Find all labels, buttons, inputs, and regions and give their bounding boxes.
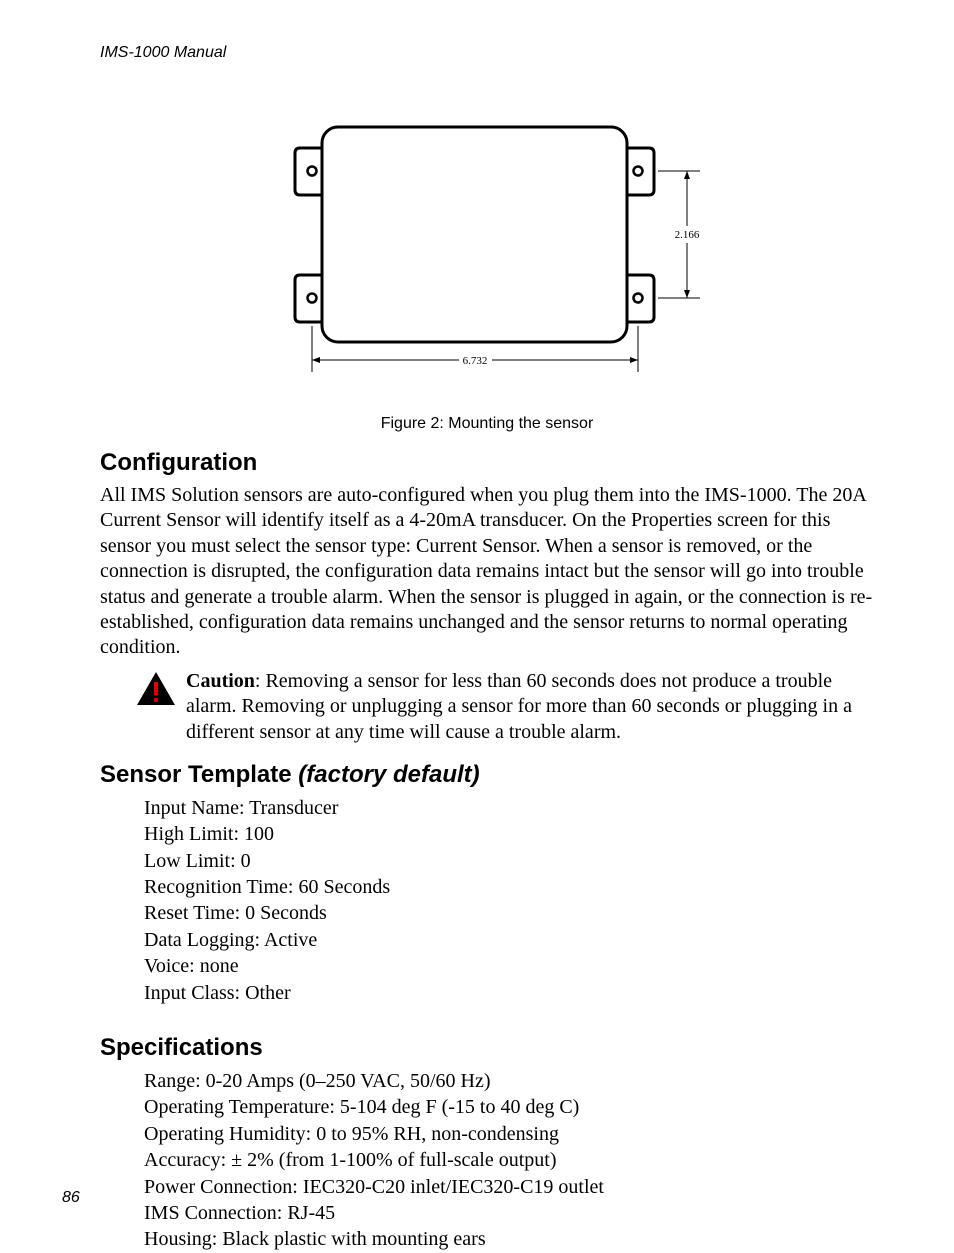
list-item: Range: 0-20 Amps (0–250 VAC, 50/60 Hz) <box>144 1068 874 1094</box>
heading-configuration: Configuration <box>100 449 874 477</box>
list-item: Reset Time: 0 Seconds <box>144 900 874 926</box>
list-item: Input Class: Other <box>144 980 874 1006</box>
running-header: IMS-1000 Manual <box>100 44 874 62</box>
list-item: Power Connection: IEC320-C20 inlet/IEC32… <box>144 1174 874 1200</box>
specifications-list: Range: 0-20 Amps (0–250 VAC, 50/60 Hz) O… <box>144 1068 874 1253</box>
list-item: High Limit: 100 <box>144 821 874 847</box>
page: IMS-1000 Manual 2.166 <box>0 0 954 1235</box>
caution-block: Caution: Removing a sensor for less than… <box>100 669 874 745</box>
list-item: IMS Connection: RJ-45 <box>144 1200 874 1226</box>
list-item: Voice: none <box>144 953 874 979</box>
heading-sensor-template-sub: (factory default) <box>298 761 479 788</box>
list-item: Housing: Black plastic with mounting ear… <box>144 1226 874 1252</box>
list-item: Accuracy: ± 2% (from 1-100% of full-scal… <box>144 1147 874 1173</box>
figure: 2.166 6.732 Figure 2: Mounting the senso… <box>100 102 874 433</box>
list-item: Data Logging: Active <box>144 927 874 953</box>
caution-label: Caution <box>186 670 255 692</box>
caution-text: Caution: Removing a sensor for less than… <box>186 669 874 745</box>
list-item: Operating Humidity: 0 to 95% RH, non-con… <box>144 1121 874 1147</box>
list-item: Recognition Time: 60 Seconds <box>144 874 874 900</box>
sensor-template-list: Input Name: Transducer High Limit: 100 L… <box>144 795 874 1006</box>
page-number: 86 <box>62 1189 80 1207</box>
dim-h-label: 6.732 <box>463 355 488 367</box>
warning-icon <box>136 671 176 707</box>
list-item: Operating Temperature: 5-104 deg F (-15 … <box>144 1094 874 1120</box>
list-item: Low Limit: 0 <box>144 848 874 874</box>
caution-body: : Removing a sensor for less than 60 sec… <box>186 670 852 743</box>
heading-sensor-template-main: Sensor Template <box>100 761 298 788</box>
list-item: Input Name: Transducer <box>144 795 874 821</box>
heading-specifications: Specifications <box>100 1034 874 1062</box>
heading-sensor-template: Sensor Template (factory default) <box>100 761 874 789</box>
figure-caption: Figure 2: Mounting the sensor <box>100 415 874 433</box>
dim-v-label: 2.166 <box>675 229 700 241</box>
configuration-body: All IMS Solution sensors are auto-config… <box>100 483 874 661</box>
mounting-diagram: 2.166 6.732 <box>262 102 712 392</box>
